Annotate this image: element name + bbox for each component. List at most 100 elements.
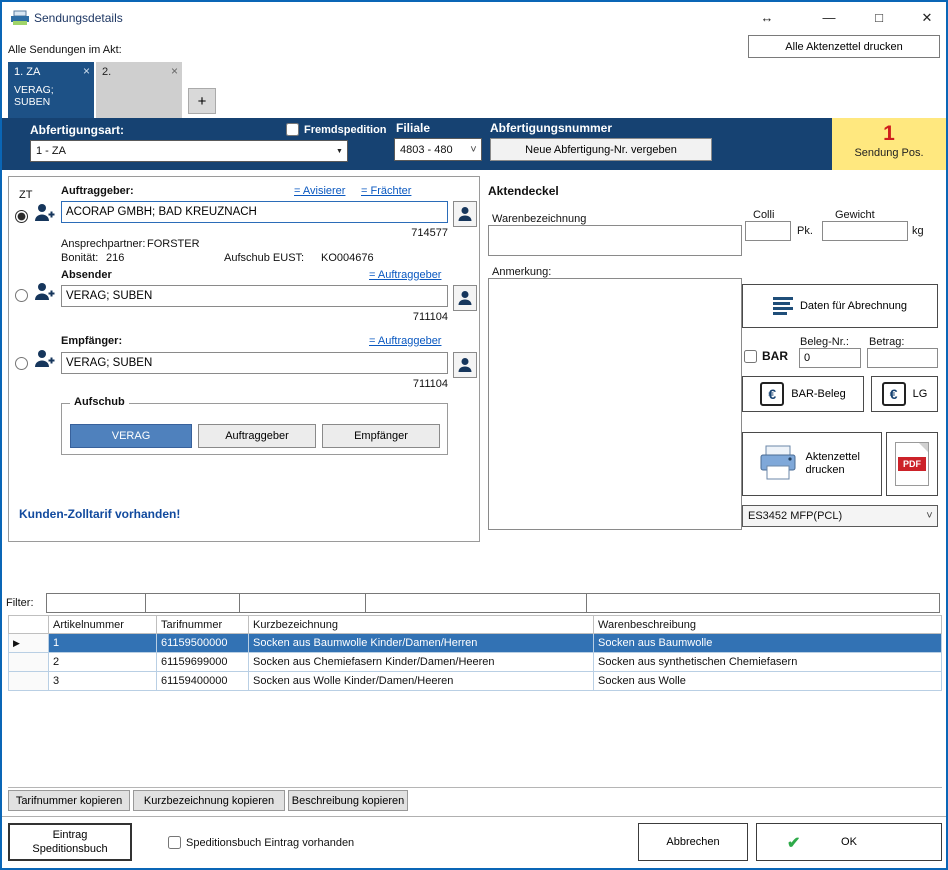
print-all-aktenzettel-button[interactable]: Alle Aktenzettel drucken: [748, 35, 940, 58]
column-header-tarifnummer[interactable]: Tarifnummer: [157, 616, 249, 634]
gewicht-input[interactable]: [822, 221, 908, 241]
tab2-close-icon[interactable]: ×: [171, 64, 178, 78]
aktenzettel-drucken-button[interactable]: Aktenzettel drucken: [742, 432, 882, 496]
abbrechen-button[interactable]: Abbrechen: [638, 823, 748, 861]
app-icon: [10, 10, 30, 29]
auftraggeber-input[interactable]: [61, 201, 448, 223]
aufschub-empfaenger-button[interactable]: Empfänger: [322, 424, 440, 448]
pdf-icon: PDF: [895, 442, 929, 486]
tab-shipment-2[interactable]: 2. ×: [96, 62, 182, 118]
maximize-button[interactable]: □: [864, 6, 894, 30]
bar-beleg-button[interactable]: € BAR-Beleg: [742, 376, 864, 412]
tab-shipment-1[interactable]: 1. ZA VERAG; SUBEN ×: [8, 62, 94, 118]
filiale-select[interactable]: 4803 - 480 ˅: [394, 138, 482, 161]
neue-abfertigungsnummer-button[interactable]: Neue Abfertigung-Nr. vergeben: [490, 138, 712, 161]
ok-label: OK: [841, 836, 857, 848]
table-row[interactable]: 2 61159699000 Socken aus Chemiefasern Ki…: [9, 653, 942, 672]
anmerkung-label: Anmerkung:: [492, 266, 551, 278]
printer-select[interactable]: ES3452 MFP(PCL) ˅: [742, 505, 938, 527]
aufschub-groupbox: Aufschub VERAG Auftraggeber Empfänger: [61, 403, 448, 455]
empfaenger-auftraggeber-link[interactable]: = Auftraggeber: [369, 335, 441, 347]
bar-label: BAR: [762, 349, 788, 363]
ansprechpartner-label: Ansprechpartner:: [61, 238, 145, 250]
filter-input-5[interactable]: [586, 593, 940, 613]
table-row[interactable]: 3 61159400000 Socken aus Wolle Kinder/Da…: [9, 672, 942, 691]
tab1-close-icon[interactable]: ×: [83, 64, 90, 78]
close-button[interactable]: ✕: [912, 6, 942, 30]
auftraggeber-radio[interactable]: [15, 210, 28, 223]
cell-kurzbezeichnung[interactable]: Socken aus Wolle Kinder/Damen/Heeren: [249, 672, 594, 691]
cell-artikelnummer[interactable]: 1: [49, 634, 157, 653]
abfertigung-band: Abfertigungsart: Fremdspedition 1 - ZA ▼…: [2, 118, 946, 170]
abfertigungsart-value: 1 - ZA: [31, 145, 332, 157]
lg-button[interactable]: € LG: [871, 376, 938, 412]
speditionsbuch-checkbox[interactable]: [168, 836, 181, 849]
sendung-pos-panel: 1 Sendung Pos.: [832, 118, 946, 170]
avisierer-link[interactable]: = Avisierer: [294, 185, 345, 197]
cell-tarifnummer[interactable]: 61159500000: [157, 634, 249, 653]
pdf-button[interactable]: PDF: [886, 432, 938, 496]
filter-input-2[interactable]: [145, 593, 240, 613]
euro-icon: €: [760, 382, 784, 406]
person-icon: [458, 290, 472, 306]
table-row[interactable]: ▶ 1 61159500000 Socken aus Baumwolle Kin…: [9, 634, 942, 653]
absender-auftraggeber-link[interactable]: = Auftraggeber: [369, 269, 441, 281]
minimize-button[interactable]: —: [814, 6, 844, 30]
cell-tarifnummer[interactable]: 61159699000: [157, 653, 249, 672]
column-header-kurzbezeichnung[interactable]: Kurzbezeichnung: [249, 616, 594, 634]
filter-input-1[interactable]: [46, 593, 146, 613]
filiale-value: 4803 - 480: [395, 144, 466, 156]
auftraggeber-contact-button[interactable]: [453, 201, 477, 227]
bar-checkbox[interactable]: [744, 350, 757, 363]
eintrag-speditionsbuch-button[interactable]: Eintrag Speditionsbuch: [8, 823, 132, 861]
aufschub-verag-button[interactable]: VERAG: [70, 424, 192, 448]
fremdspedition-checkbox[interactable]: [286, 123, 299, 136]
ok-button[interactable]: ✔ OK: [756, 823, 942, 861]
betrag-input[interactable]: [867, 348, 938, 368]
daten-abrechnung-button[interactable]: Daten für Abrechnung: [742, 284, 938, 328]
cell-tarifnummer[interactable]: 61159400000: [157, 672, 249, 691]
abfertigungsart-select[interactable]: 1 - ZA ▼: [30, 140, 348, 162]
title-bar[interactable]: Sendungsdetails ↔ — □ ✕: [2, 2, 946, 34]
cell-warenbeschreibung[interactable]: Socken aus Baumwolle: [594, 634, 942, 653]
absender-contact-button[interactable]: [453, 285, 477, 311]
kunden-zolltarif-note: Kunden-Zolltarif vorhanden!: [19, 507, 180, 521]
column-header-artikelnummer[interactable]: Artikelnummer: [49, 616, 157, 634]
resize-icon[interactable]: ↔: [752, 6, 782, 30]
aktendeckel-title: Aktendeckel: [488, 184, 559, 198]
copy-tarifnummer-button[interactable]: Tarifnummer kopieren: [8, 790, 130, 811]
filter-input-4[interactable]: [365, 593, 587, 613]
filter-label: Filter:: [6, 597, 34, 609]
cell-artikelnummer[interactable]: 3: [49, 672, 157, 691]
empfaenger-radio[interactable]: [15, 357, 28, 370]
absender-radio[interactable]: [15, 289, 28, 302]
column-header-warenbeschreibung[interactable]: Warenbeschreibung: [594, 616, 942, 634]
tab2-label: 2.: [102, 66, 111, 78]
colli-input[interactable]: [745, 221, 791, 241]
ok-check-icon: ✔: [787, 833, 800, 853]
cell-warenbeschreibung[interactable]: Socken aus Wolle: [594, 672, 942, 691]
cell-artikelnummer[interactable]: 2: [49, 653, 157, 672]
filter-input-3[interactable]: [239, 593, 366, 613]
aufschub-auftraggeber-button[interactable]: Auftraggeber: [198, 424, 316, 448]
cell-kurzbezeichnung[interactable]: Socken aus Chemiefasern Kinder/Damen/Hee…: [249, 653, 594, 672]
empfaenger-contact-button[interactable]: [453, 352, 477, 378]
anmerkung-textarea[interactable]: [488, 278, 742, 530]
beleg-nr-input[interactable]: [799, 348, 861, 368]
add-tab-button[interactable]: +: [188, 88, 216, 114]
add-contact-icon: [32, 280, 56, 307]
row-marker-icon: ▶: [13, 638, 20, 648]
zt-label: ZT: [19, 189, 32, 201]
copy-beschreibung-button[interactable]: Beschreibung kopieren: [288, 790, 408, 811]
colli-label: Colli: [753, 209, 774, 221]
empfaenger-input[interactable]: [61, 352, 448, 374]
cell-kurzbezeichnung[interactable]: Socken aus Baumwolle Kinder/Damen/Herren: [249, 634, 594, 653]
footer-bar: Eintrag Speditionsbuch Speditionsbuch Ei…: [2, 816, 946, 868]
absender-input[interactable]: [61, 285, 448, 307]
copy-kurzbezeichnung-button[interactable]: Kurzbezeichnung kopieren: [133, 790, 285, 811]
abfertigungsart-label: Abfertigungsart:: [30, 123, 124, 137]
cell-warenbeschreibung[interactable]: Socken aus synthetischen Chemiefasern: [594, 653, 942, 672]
warenbezeichnung-input[interactable]: [488, 225, 742, 256]
list-icon: [773, 297, 793, 315]
fraechter-link[interactable]: = Frächter: [361, 185, 411, 197]
